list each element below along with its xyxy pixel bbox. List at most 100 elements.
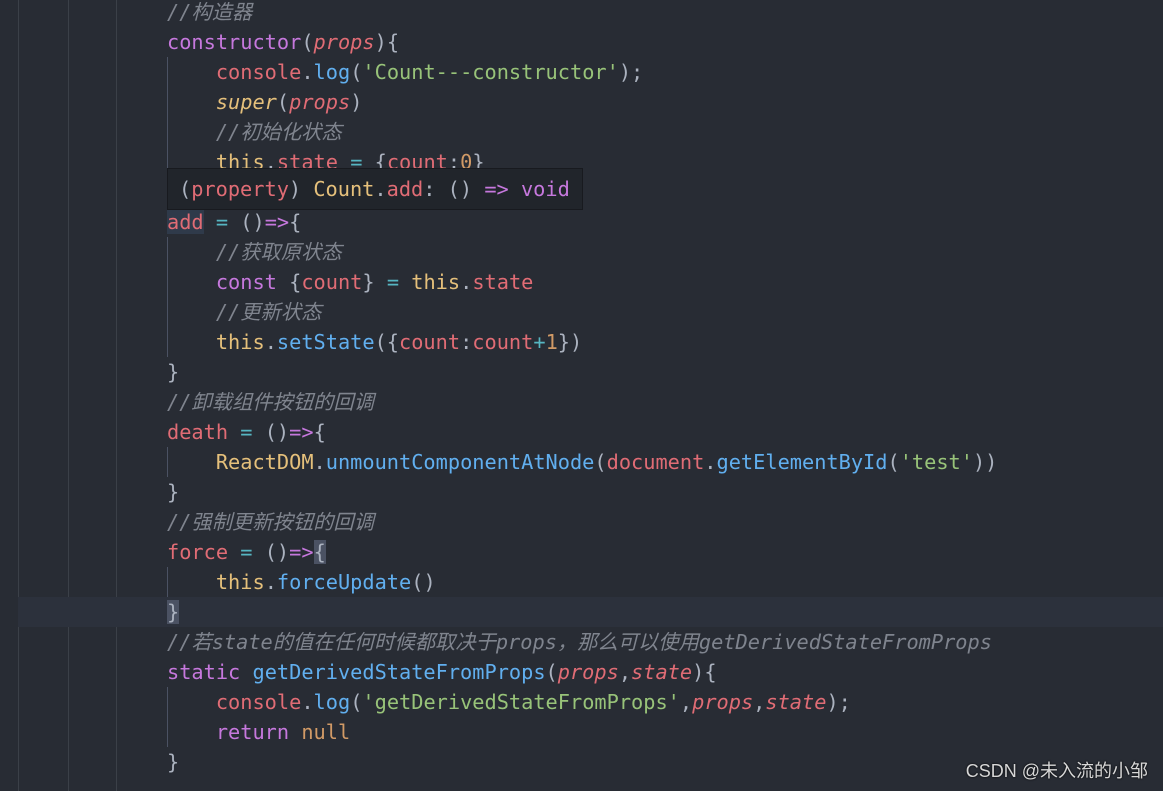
code-token: => <box>289 540 314 564</box>
code-token: count <box>472 330 534 354</box>
code-line[interactable]: return null <box>167 717 997 747</box>
code-token: console <box>215 60 302 84</box>
code-token: }) <box>557 330 583 354</box>
code-line[interactable]: //构造器 <box>167 0 997 27</box>
code-token: => <box>289 420 314 444</box>
tooltip-token: ) <box>288 177 314 201</box>
code-token: () <box>252 540 290 564</box>
code-token: ( <box>301 30 314 54</box>
tooltip-token <box>509 177 521 201</box>
code-line[interactable]: death = ()=>{ <box>167 417 997 447</box>
code-line[interactable]: //卸载组件按钮的回调 <box>167 387 997 417</box>
code-token: forceUpdate <box>276 570 412 594</box>
code-line[interactable]: ReactDOM.unmountComponentAtNode(document… <box>167 447 998 477</box>
code-line[interactable]: } <box>167 597 997 627</box>
code-token: ReactDOM <box>215 450 314 474</box>
code-line[interactable]: //强制更新按钮的回调 <box>167 507 997 537</box>
code-comment: //构造器 <box>167 0 253 24</box>
code-line[interactable]: this.forceUpdate() <box>167 567 997 597</box>
code-token: force <box>167 540 229 564</box>
code-token: props <box>313 30 375 54</box>
code-token: setState <box>276 330 375 354</box>
code-token: null <box>301 720 351 744</box>
code-line[interactable]: super(props) <box>167 87 997 117</box>
code-token: = <box>240 420 253 444</box>
code-token: const <box>215 270 277 294</box>
code-line[interactable]: force = ()=>{ <box>167 537 997 567</box>
code-comment: //卸载组件按钮的回调 <box>167 390 374 414</box>
code-line[interactable]: this.setState({count:count+1}) <box>167 327 997 357</box>
code-line[interactable]: //若state的值在任何时候都取决于props，那么可以使用getDerive… <box>167 627 997 657</box>
tooltip-token: . <box>374 177 387 201</box>
code-token: ( <box>887 450 900 474</box>
code-token: { <box>276 270 302 294</box>
code-line[interactable]: //初始化状态 <box>167 117 997 147</box>
indent-guide <box>68 0 69 791</box>
code-token: ( <box>276 90 290 114</box>
code-token: console <box>215 690 302 714</box>
code-line[interactable]: } <box>167 477 997 507</box>
code-line[interactable]: console.log('getDerivedStateFromProps',p… <box>167 687 997 717</box>
code-line[interactable]: add = ()=>{ <box>167 207 997 237</box>
tooltip-token: ( <box>179 177 192 201</box>
code-token: 'Count---constructor' <box>362 60 619 84</box>
tooltip-token: Count <box>313 177 375 201</box>
code-token: 'test' <box>899 450 973 474</box>
code-token: static <box>167 660 241 684</box>
code-token: document <box>606 450 705 474</box>
code-token: ( <box>350 60 363 84</box>
code-token: , <box>753 690 766 714</box>
code-comment: //更新状态 <box>215 300 322 324</box>
code-token: constructor <box>167 30 302 54</box>
code-line[interactable]: } <box>167 747 997 777</box>
code-token: ( <box>545 660 558 684</box>
code-line[interactable]: console.log('Count---constructor'); <box>167 57 997 87</box>
code-token: } <box>167 360 180 384</box>
code-token: () <box>252 420 290 444</box>
code-comment: //获取原状态 <box>215 240 342 264</box>
code-comment: //强制更新按钮的回调 <box>167 510 374 534</box>
code-token: unmountComponentAtNode <box>325 450 595 474</box>
hover-tooltip: (property) Count.add: () => void <box>167 168 583 210</box>
code-token: . <box>264 570 277 594</box>
code-token: . <box>460 270 473 294</box>
tooltip-token: => <box>484 177 509 201</box>
code-token: . <box>301 690 314 714</box>
code-token: + <box>533 330 546 354</box>
code-token: , <box>618 660 632 684</box>
code-token: this <box>215 570 265 594</box>
code-token: ( <box>350 690 363 714</box>
indent-guide <box>116 0 117 791</box>
code-line[interactable]: const {count} = this.state <box>167 267 997 297</box>
code-line[interactable]: constructor(props){ <box>167 27 997 57</box>
code-token: getElementById <box>716 450 888 474</box>
code-token: props <box>289 90 351 114</box>
code-token: () <box>228 210 265 234</box>
code-editor[interactable]: //构造器 constructor(props){ console.log('Co… <box>167 0 997 777</box>
code-token: { <box>313 540 326 564</box>
code-line[interactable]: } <box>167 357 997 387</box>
code-token: => <box>264 210 290 234</box>
code-token: log <box>313 690 351 714</box>
code-comment: //初始化状态 <box>215 120 342 144</box>
code-line[interactable]: //获取原状态 <box>167 237 997 267</box>
code-token: = <box>215 210 229 234</box>
watermark: CSDN @未入流的小邹 <box>965 761 1148 781</box>
code-token: return <box>215 720 290 744</box>
code-line[interactable]: //更新状态 <box>167 297 997 327</box>
code-token: } <box>167 480 180 504</box>
code-token: count <box>399 330 461 354</box>
code-line[interactable]: static getDerivedStateFromProps(props,st… <box>167 657 997 687</box>
